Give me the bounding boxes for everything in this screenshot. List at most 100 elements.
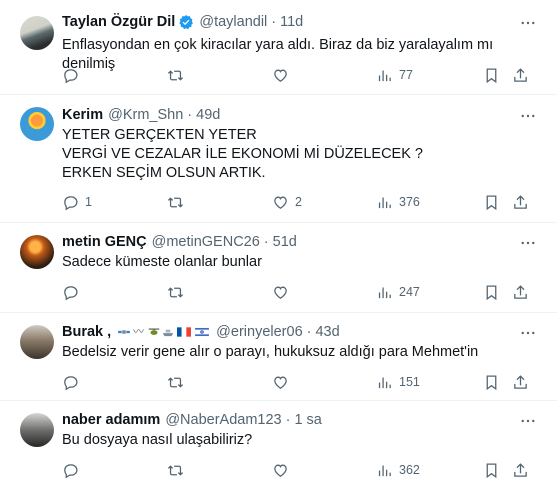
share-button[interactable] [512, 461, 529, 479]
timestamp[interactable]: 51d [273, 232, 297, 252]
tweet-text: Sadece kümeste olanlar bunlar [62, 254, 262, 270]
reply-icon [62, 67, 79, 84]
author-name[interactable]: metin GENÇ [62, 232, 147, 252]
view-count: 362 [399, 463, 420, 477]
helicopter-icon [148, 328, 160, 335]
like-icon [272, 194, 289, 211]
bookmark-button[interactable] [483, 193, 500, 211]
views-button[interactable]: 362 [376, 461, 420, 479]
retweet-icon [167, 194, 184, 211]
reply-button[interactable] [62, 66, 85, 84]
view-count: 376 [399, 195, 420, 209]
views-icon [376, 462, 393, 479]
more-icon[interactable] [519, 412, 537, 430]
separator-dot: · [285, 412, 291, 428]
reply-button[interactable] [62, 461, 85, 479]
author-name[interactable]: Burak , [62, 322, 111, 342]
share-button[interactable] [512, 283, 529, 301]
tweet-krm-shn[interactable]: Kerim @Krm_Shn · 49d YETER GERÇEKTEN YET… [0, 95, 557, 223]
timestamp[interactable]: 1 sa [294, 410, 321, 430]
views-button[interactable]: 151 [376, 373, 420, 391]
bookmark-icon [483, 284, 500, 301]
reply-button[interactable] [62, 283, 85, 301]
bookmark-button[interactable] [483, 373, 500, 391]
tweet-metingenc26[interactable]: metin GENÇ @metinGENC26 · 51d Sadece küm… [0, 223, 557, 313]
share-button[interactable] [512, 193, 529, 211]
retweet-button[interactable] [167, 461, 190, 479]
like-button[interactable]: 2 [272, 193, 302, 211]
bookmark-icon [483, 374, 500, 391]
timestamp[interactable]: 49d [196, 105, 220, 125]
bookmark-icon [483, 462, 500, 479]
retweet-button[interactable] [167, 373, 190, 391]
avatar[interactable] [20, 107, 54, 141]
reply-feed: Taylan Özgür Dil @taylandil · 11d Enflas… [0, 0, 557, 490]
views-button[interactable]: 247 [376, 283, 420, 301]
more-icon[interactable] [519, 14, 537, 32]
retweet-button[interactable] [167, 193, 190, 211]
separator-dot: · [187, 107, 193, 123]
more-icon[interactable] [519, 324, 537, 342]
action-bar: 77 [62, 66, 532, 84]
more-icon[interactable] [519, 107, 537, 125]
timestamp[interactable]: 11d [280, 12, 303, 32]
author-handle[interactable]: @erinyeler06 [216, 322, 302, 342]
like-button[interactable] [272, 66, 295, 84]
views-icon [376, 194, 393, 211]
like-icon [272, 462, 289, 479]
views-icon [376, 374, 393, 391]
action-bar: 151 [62, 373, 532, 391]
author-handle[interactable]: @NaberAdam123 [165, 410, 281, 430]
bookmark-button[interactable] [483, 461, 500, 479]
france-flag-icon [177, 327, 192, 337]
author-handle[interactable]: @Krm_Shn [108, 105, 183, 125]
views-button[interactable]: 77 [376, 66, 413, 84]
like-button[interactable] [272, 283, 295, 301]
share-icon [512, 462, 529, 479]
reply-icon [62, 462, 79, 479]
like-count: 2 [295, 195, 302, 209]
view-count: 151 [399, 375, 420, 389]
israel-flag-icon [195, 327, 210, 337]
action-bar: 362 [62, 461, 532, 479]
tweet-naberadam123[interactable]: naber adamım @NaberAdam123 · 1 sa Bu dos… [0, 401, 557, 490]
tweet-erinyeler06[interactable]: Burak , 〰 @erinyeler06 · 43d Bedelsiz ve… [0, 313, 557, 401]
name-decorations: 〰 [117, 322, 211, 342]
share-icon [512, 374, 529, 391]
avatar[interactable] [20, 235, 54, 269]
avatar[interactable] [20, 325, 54, 359]
retweet-icon [167, 67, 184, 84]
view-count: 247 [399, 285, 420, 299]
view-count: 77 [399, 68, 413, 82]
more-icon[interactable] [519, 234, 537, 252]
avatar[interactable] [20, 413, 54, 447]
share-button[interactable] [512, 373, 529, 391]
action-bar: 247 [62, 283, 532, 301]
views-button[interactable]: 376 [376, 193, 420, 211]
reply-icon [62, 194, 79, 211]
reply-button[interactable]: 1 [62, 193, 92, 211]
retweet-button[interactable] [167, 283, 190, 301]
bookmark-icon [483, 67, 500, 84]
author-name[interactable]: Kerim [62, 105, 103, 125]
bookmark-button[interactable] [483, 66, 500, 84]
bookmark-button[interactable] [483, 283, 500, 301]
author-name[interactable]: naber adamım [62, 410, 160, 430]
reply-icon [62, 374, 79, 391]
reply-button[interactable] [62, 373, 85, 391]
share-icon [512, 67, 529, 84]
author-handle[interactable]: @metinGENC26 [152, 232, 260, 252]
author-name[interactable]: Taylan Özgür Dil [62, 12, 175, 32]
like-button[interactable] [272, 461, 295, 479]
tweet-text: Bedelsiz verir gene alır o parayı, hukuk… [62, 344, 479, 360]
timestamp[interactable]: 43d [315, 322, 339, 342]
tweet-taylandil[interactable]: Taylan Özgür Dil @taylandil · 11d Enflas… [0, 0, 557, 95]
action-bar: 1 2 376 [62, 193, 532, 211]
retweet-button[interactable] [167, 66, 190, 84]
like-button[interactable] [272, 373, 295, 391]
retweet-icon [167, 284, 184, 301]
author-handle[interactable]: @taylandil [199, 12, 267, 32]
avatar[interactable] [20, 16, 54, 50]
like-icon [272, 374, 289, 391]
share-button[interactable] [512, 66, 529, 84]
